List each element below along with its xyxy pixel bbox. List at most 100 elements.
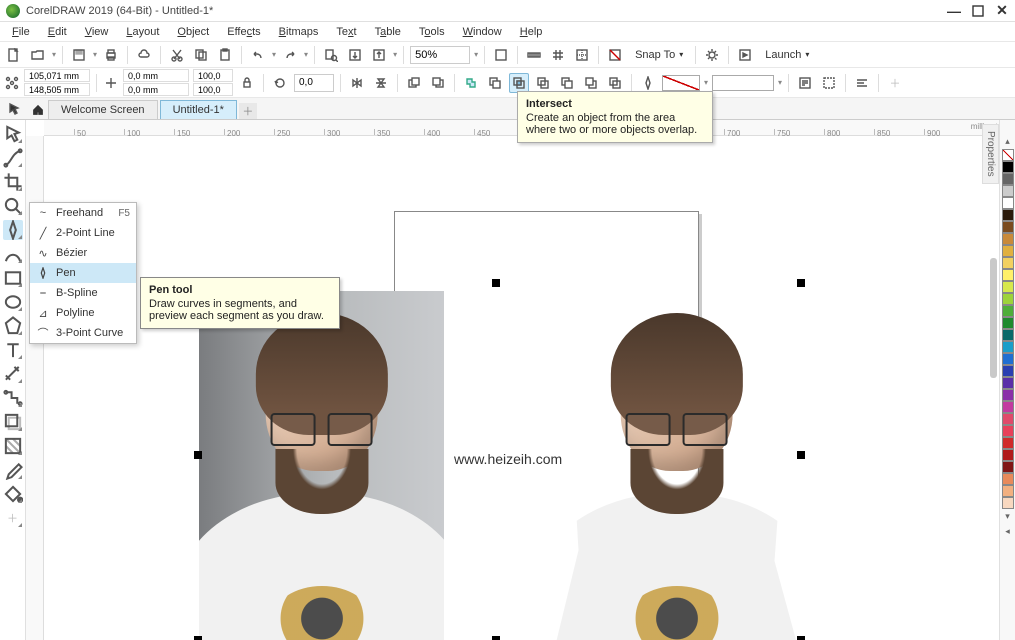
shape-tool[interactable] xyxy=(3,148,23,168)
trim-button[interactable] xyxy=(485,73,505,93)
copy-button[interactable] xyxy=(191,45,211,65)
print-button[interactable] xyxy=(101,45,121,65)
undo-button[interactable] xyxy=(248,45,268,65)
menu-tools[interactable]: Tools xyxy=(411,24,453,40)
palette-swatch[interactable] xyxy=(1002,377,1014,389)
x-input[interactable] xyxy=(24,69,90,82)
intersect-button[interactable] xyxy=(509,73,529,93)
drop-shadow-tool[interactable] xyxy=(3,412,23,432)
wrap-text-button[interactable] xyxy=(795,73,815,93)
cloud-button[interactable] xyxy=(134,45,154,65)
palette-swatch[interactable] xyxy=(1002,161,1014,173)
palette-swatch[interactable] xyxy=(1002,209,1014,221)
mirror-v-button[interactable] xyxy=(371,73,391,93)
palette-swatch[interactable] xyxy=(1002,257,1014,269)
menu-text[interactable]: Text xyxy=(328,24,364,40)
new-tab-button[interactable]: ＋ xyxy=(239,103,257,119)
palette-swatch[interactable] xyxy=(1002,329,1014,341)
outline-style-dropdown[interactable] xyxy=(712,75,774,91)
menu-effects[interactable]: Effects xyxy=(219,24,268,40)
open-button[interactable] xyxy=(28,45,48,65)
menu-object[interactable]: Object xyxy=(169,24,217,40)
cut-button[interactable] xyxy=(167,45,187,65)
rectangle-tool[interactable] xyxy=(3,268,23,288)
palette-swatch[interactable] xyxy=(1002,461,1014,473)
export-button[interactable] xyxy=(369,45,389,65)
palette-swatch[interactable] xyxy=(1002,221,1014,233)
palette-swatch[interactable] xyxy=(1002,341,1014,353)
connector-tool[interactable] xyxy=(3,388,23,408)
width-input[interactable] xyxy=(123,69,189,82)
new-button[interactable] xyxy=(4,45,24,65)
palette-swatch[interactable] xyxy=(1002,185,1014,197)
paste-button[interactable] xyxy=(215,45,235,65)
curve-tool[interactable] xyxy=(3,220,23,240)
palette-swatch[interactable] xyxy=(1002,245,1014,257)
toolbox-more[interactable]: ＋ xyxy=(3,508,23,528)
order-back-button[interactable] xyxy=(428,73,448,93)
menu-bitmaps[interactable]: Bitmaps xyxy=(271,24,327,40)
transparency-tool[interactable] xyxy=(3,436,23,456)
snap-to-dropdown[interactable]: Snap To ▾ xyxy=(629,49,689,61)
show-rulers-button[interactable] xyxy=(524,45,544,65)
save-button[interactable] xyxy=(69,45,89,65)
simplify-button[interactable] xyxy=(533,73,553,93)
align-button[interactable] xyxy=(852,73,872,93)
welcome-tab[interactable]: Welcome Screen xyxy=(48,100,158,119)
palette-swatch[interactable] xyxy=(1002,485,1014,497)
flyout-bezier[interactable]: ∿Bézier xyxy=(30,243,136,263)
minimize-button[interactable]: — xyxy=(947,4,961,18)
menu-file[interactable]: File xyxy=(4,24,38,40)
palette-swatch[interactable] xyxy=(1002,353,1014,365)
palette-swatch[interactable] xyxy=(1002,317,1014,329)
selection-handle-n[interactable] xyxy=(492,279,500,287)
selection-handle-sw[interactable] xyxy=(194,636,202,640)
selection-handle-se[interactable] xyxy=(797,636,805,640)
vertical-scrollbar[interactable] xyxy=(990,258,997,378)
image-left[interactable] xyxy=(199,291,444,640)
menu-table[interactable]: Table xyxy=(367,24,409,40)
pick-tool-mini[interactable] xyxy=(4,99,24,119)
flyout-2point-line[interactable]: ╱2-Point Line xyxy=(30,223,136,243)
palette-swatch[interactable] xyxy=(1002,425,1014,437)
parallel-dim-tool[interactable] xyxy=(3,364,23,384)
home-tab[interactable] xyxy=(28,101,48,119)
crop-tool[interactable] xyxy=(3,172,23,192)
scale-y-input[interactable] xyxy=(193,83,233,96)
back-minus-front-button[interactable] xyxy=(581,73,601,93)
front-minus-back-button[interactable] xyxy=(557,73,577,93)
order-front-button[interactable] xyxy=(404,73,424,93)
launch-dropdown[interactable]: Launch ▾ xyxy=(759,49,815,61)
palette-flyout[interactable]: ◂ xyxy=(1005,524,1010,539)
flyout-freehand[interactable]: ~FreehandF5 xyxy=(30,203,136,223)
fullscreen-button[interactable] xyxy=(491,45,511,65)
rotation-input[interactable] xyxy=(294,74,334,92)
search-button[interactable] xyxy=(321,45,341,65)
redo-button[interactable] xyxy=(280,45,300,65)
fill-tool[interactable] xyxy=(3,484,23,504)
selection-handle-w[interactable] xyxy=(194,451,202,459)
palette-up[interactable]: ▴ xyxy=(1005,134,1010,149)
height-input[interactable] xyxy=(123,83,189,96)
mirror-h-button[interactable] xyxy=(347,73,367,93)
flyout-polyline[interactable]: ⊿Polyline xyxy=(30,303,136,323)
color-eyedropper-tool[interactable] xyxy=(3,460,23,480)
palette-swatch[interactable] xyxy=(1002,233,1014,245)
flyout-pen[interactable]: Pen xyxy=(30,263,136,283)
zoom-input[interactable] xyxy=(410,46,470,64)
palette-nofill[interactable] xyxy=(1002,149,1014,161)
zoom-tool[interactable] xyxy=(3,196,23,216)
palette-swatch[interactable] xyxy=(1002,449,1014,461)
palette-swatch[interactable] xyxy=(1002,269,1014,281)
options-button[interactable] xyxy=(702,45,722,65)
scale-x-input[interactable] xyxy=(193,69,233,82)
palette-down[interactable]: ▾ xyxy=(1005,509,1010,524)
snap-off-button[interactable] xyxy=(605,45,625,65)
y-input[interactable] xyxy=(24,83,90,96)
palette-swatch[interactable] xyxy=(1002,197,1014,209)
menu-help[interactable]: Help xyxy=(512,24,551,40)
palette-swatch[interactable] xyxy=(1002,437,1014,449)
palette-swatch[interactable] xyxy=(1002,365,1014,377)
close-button[interactable]: ✕ xyxy=(995,4,1009,18)
palette-swatch[interactable] xyxy=(1002,281,1014,293)
